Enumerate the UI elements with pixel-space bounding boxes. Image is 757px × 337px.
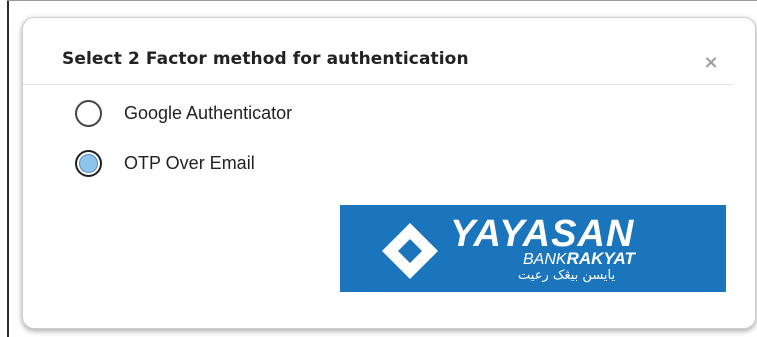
logo-yayasan-text: YAYASAN xyxy=(450,213,635,255)
modal-title: Select 2 Factor method for authenticatio… xyxy=(62,49,469,69)
logo-bank-rakyat-text: BANKRAKYAT xyxy=(523,249,635,268)
google-authenticator-radio[interactable] xyxy=(75,100,102,127)
yayasan-emblem-icon xyxy=(382,223,438,279)
radio-selected-dot xyxy=(79,154,98,173)
google-authenticator-label[interactable]: Google Authenticator xyxy=(124,103,292,124)
yayasan-bank-rakyat-logo: YAYASAN BANKRAKYAT يايسن بيڠک رعيت xyxy=(340,205,726,292)
logo-rakyat-text: RAKYAT xyxy=(566,249,635,268)
option-otp-over-email[interactable]: OTP Over Email xyxy=(75,150,255,177)
close-button[interactable]: × xyxy=(702,54,720,72)
otp-over-email-radio[interactable] xyxy=(75,150,102,177)
window-left-border xyxy=(7,0,9,337)
two-factor-modal: Select 2 Factor method for authenticatio… xyxy=(22,17,756,329)
logo-bank-text: BANK xyxy=(523,251,567,268)
window-top-border xyxy=(7,0,757,1)
otp-over-email-label[interactable]: OTP Over Email xyxy=(124,153,255,174)
logo-jawi-text: يايسن بيڠک رعيت xyxy=(518,268,616,283)
option-google-authenticator[interactable]: Google Authenticator xyxy=(75,100,292,127)
modal-header: Select 2 Factor method for authenticatio… xyxy=(23,18,734,85)
